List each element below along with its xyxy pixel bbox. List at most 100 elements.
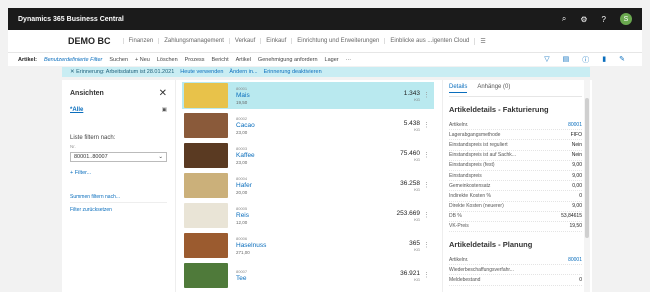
detail-value: Nein: [571, 152, 582, 159]
detail-label: Einstandspreis (fest): [449, 162, 495, 169]
item-quantity: 253.669: [396, 209, 421, 217]
detail-label: Wiederbeschaffungsverfahr...: [449, 266, 514, 273]
item-name[interactable]: Kaffee: [236, 152, 380, 159]
tab-details[interactable]: Details: [449, 84, 468, 93]
sum-filter-link[interactable]: Summen filtern nach...: [70, 194, 167, 203]
nav-menu-icon[interactable]: ☰: [474, 37, 490, 45]
help-icon[interactable]: ?: [602, 15, 606, 24]
item-name[interactable]: Reis: [236, 212, 380, 219]
detail-label: Meldebestand: [449, 277, 481, 284]
list-item[interactable]: 80003 Kaffee 23,00 75.460 KG ⋮: [182, 142, 434, 169]
reset-filter-link[interactable]: Filter zurücksetzen: [70, 207, 167, 213]
scrollbar[interactable]: [584, 80, 590, 292]
detail-value[interactable]: 80001: [568, 122, 582, 128]
item-unit: KG: [414, 216, 420, 222]
action-more[interactable]: ···: [346, 57, 352, 63]
avatar[interactable]: S: [620, 13, 632, 25]
action-artikel[interactable]: Artikel: [236, 57, 251, 63]
more-options-icon[interactable]: ⋮: [423, 181, 430, 189]
gear-icon[interactable]: ⚙: [580, 15, 587, 24]
tab-attachments[interactable]: Anhänge (0): [477, 84, 510, 93]
nav-finanzen[interactable]: Finanzen: [122, 38, 159, 44]
nav-einrichtung[interactable]: Einrichtung und Erweiterungen: [291, 38, 384, 44]
detail-row: Direkte Kosten (neuerer) 9,00: [449, 202, 582, 212]
more-options-icon[interactable]: ⋮: [423, 241, 430, 249]
view-all[interactable]: *Alle: [70, 107, 83, 113]
company-name[interactable]: DEMO BC: [68, 36, 111, 46]
info-icon[interactable]: ⓘ: [582, 55, 589, 65]
detail-label: Artikelnr.: [449, 121, 469, 128]
detail-row: Einstandspreis ist auf Sachk... Nein: [449, 151, 582, 161]
nav-einkauf[interactable]: Einkauf: [260, 38, 291, 44]
detail-row: Einstandspreis ist reguliert Nein: [449, 140, 582, 151]
item-name[interactable]: Tee: [236, 275, 380, 282]
detail-label: VK-Preis: [449, 223, 469, 230]
item-number: 80005: [236, 206, 248, 211]
detail-value: 9,00: [572, 172, 582, 179]
add-filter-button[interactable]: + Filter...: [70, 170, 167, 176]
scrollbar-thumb[interactable]: [585, 98, 589, 238]
section-invoicing-title: Artikeldetails - Fakturierung: [449, 105, 549, 114]
detail-value: 9,00: [572, 162, 582, 169]
nav-verkauf[interactable]: Verkauf: [228, 38, 260, 44]
list-item[interactable]: 80007 Tee 36.921 KG ⋮: [182, 262, 434, 289]
search-icon[interactable]: ⌕: [562, 14, 566, 24]
edit-icon[interactable]: ✎: [619, 55, 625, 65]
item-image: [184, 233, 228, 258]
action-bericht[interactable]: Bericht: [212, 57, 229, 63]
action-loeschen[interactable]: Löschen: [157, 57, 178, 63]
more-options-icon[interactable]: ⋮: [423, 211, 430, 219]
item-unit: KG: [414, 276, 420, 282]
item-name[interactable]: Mais: [236, 92, 380, 99]
detail-row: Artikelnr. 80001: [449, 255, 582, 266]
detail-value: 0: [579, 192, 582, 199]
banner-link-disable[interactable]: Erinnerung deaktivieren: [264, 69, 322, 75]
banner-link-today[interactable]: Heute verwenden: [180, 69, 223, 75]
item-price: 23,00: [236, 130, 248, 135]
action-neu[interactable]: + Neu: [135, 57, 150, 63]
detail-row: Einstandspreis (fest) 9,00: [449, 161, 582, 171]
action-suchen[interactable]: Suchen: [109, 57, 128, 63]
item-name[interactable]: Haselnuss: [236, 242, 380, 249]
list-item[interactable]: 80004 Hafer 20,00 36.258 KG ⋮: [182, 172, 434, 199]
detail-row: Indirekte Kosten % 0: [449, 191, 582, 202]
view-filter[interactable]: Benutzerdefinierte Filter: [44, 57, 102, 63]
item-price: 271,00: [236, 250, 250, 255]
banner-link-change[interactable]: Ändern in...: [229, 69, 257, 75]
action-prozess[interactable]: Prozess: [185, 57, 205, 63]
number-filter-field[interactable]: 80001..80007 ⌄: [70, 152, 167, 162]
list-item[interactable]: 80006 Haselnuss 271,00 365 KG ⋮: [182, 232, 434, 259]
detail-value: 0,00: [572, 182, 582, 189]
list-item[interactable]: 80002 Cacao 23,00 5.438 KG ⋮: [182, 112, 434, 139]
filter-icon[interactable]: ▽: [544, 55, 549, 65]
more-options-icon[interactable]: ⋮: [423, 151, 430, 159]
more-options-icon[interactable]: ⋮: [423, 121, 430, 129]
list-item[interactable]: 80001 Mais 19,50 1.343 KG ⋮: [182, 82, 434, 109]
number-filter-value: 80001..80007: [74, 154, 108, 160]
navigation-bar: DEMO BC Finanzen Zahlungsmanagement Verk…: [8, 30, 642, 52]
item-name[interactable]: Cacao: [236, 122, 380, 129]
item-name[interactable]: Hafer: [236, 182, 380, 189]
save-view-icon[interactable]: ▣: [162, 107, 167, 113]
page-label: Artikel:: [18, 56, 37, 63]
detail-label: Einstandspreis: [449, 172, 482, 179]
action-genehmigung[interactable]: Genehmigung anfordern: [258, 57, 318, 63]
item-price: 23,00: [236, 160, 248, 165]
more-options-icon[interactable]: ⋮: [423, 271, 430, 279]
close-icon[interactable]: ✕: [70, 69, 75, 75]
detail-row: DB % 53,84615: [449, 212, 582, 222]
bookmark-icon[interactable]: ▮: [602, 55, 606, 65]
more-options-icon[interactable]: ⋮: [423, 91, 430, 99]
item-price: 19,50: [236, 100, 248, 105]
close-filter-icon[interactable]: ✕: [159, 88, 167, 99]
list-view-icon[interactable]: ▤: [563, 55, 570, 65]
action-lager[interactable]: Lager: [325, 57, 339, 63]
item-number: 80003: [236, 146, 248, 151]
app-header: Dynamics 365 Business Central ⌕ ⚙ ? S: [8, 8, 642, 30]
detail-value: 0: [579, 277, 582, 284]
nav-einblicke[interactable]: Einblicke aus ...igenten Cloud: [384, 38, 474, 44]
detail-label: DB %: [449, 213, 462, 220]
list-item[interactable]: 80005 Reis 12,00 253.669 KG ⋮: [182, 202, 434, 229]
detail-value[interactable]: 80001: [568, 257, 582, 263]
nav-zahlungsmanagement[interactable]: Zahlungsmanagement: [158, 38, 229, 44]
